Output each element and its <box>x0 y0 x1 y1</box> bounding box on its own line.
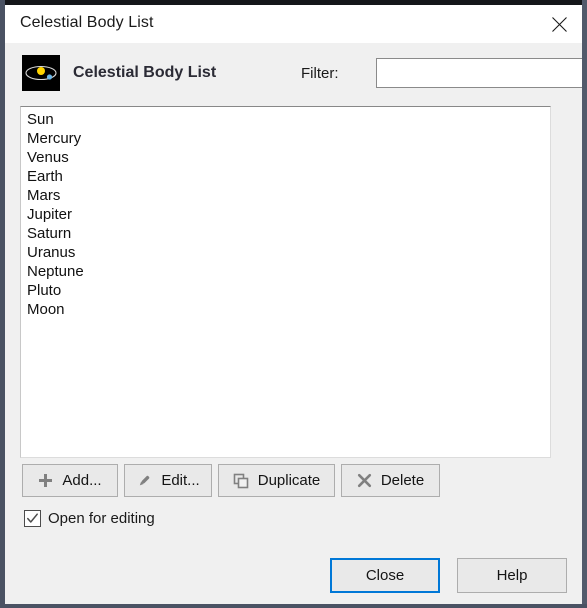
solar-system-icon <box>22 55 60 91</box>
close-icon <box>551 16 568 33</box>
header-title: Celestial Body List <box>73 64 217 81</box>
add-button-label: Add... <box>62 472 102 489</box>
titlebar: Celestial Body List <box>5 5 582 43</box>
action-button-row: Add... Edit... Duplicate Delete <box>22 464 440 497</box>
background-window-right-edge <box>582 0 587 608</box>
background-window-bottom-edge <box>0 604 587 608</box>
checkmark-icon <box>27 513 38 523</box>
filter-input[interactable] <box>376 58 582 88</box>
close-button-label: Close <box>365 567 405 584</box>
celestial-body-list-dialog: Celestial Body List Celestial Body List … <box>5 5 582 604</box>
list-item[interactable]: Mercury <box>21 129 550 148</box>
list-item[interactable]: Venus <box>21 148 550 167</box>
list-item[interactable]: Moon <box>21 300 550 319</box>
open-for-editing-label: Open for editing <box>48 510 155 527</box>
list-item[interactable]: Jupiter <box>21 205 550 224</box>
add-button[interactable]: Add... <box>22 464 118 497</box>
cross-icon <box>357 473 372 488</box>
pencil-icon <box>136 473 152 489</box>
help-button[interactable]: Help <box>457 558 567 593</box>
close-button[interactable]: Close <box>330 558 440 593</box>
dialog-header: Celestial Body List Filter: <box>5 43 582 101</box>
celestial-body-listbox[interactable]: Sun Mercury Venus Earth Mars Jupiter Sat… <box>20 106 551 458</box>
open-for-editing-checkbox[interactable] <box>24 510 41 527</box>
list-item[interactable]: Pluto <box>21 281 550 300</box>
open-for-editing-row[interactable]: Open for editing <box>24 510 155 527</box>
delete-button[interactable]: Delete <box>341 464 440 497</box>
list-item[interactable]: Sun <box>21 110 550 129</box>
list-item[interactable]: Mars <box>21 186 550 205</box>
list-item[interactable]: Uranus <box>21 243 550 262</box>
window-title: Celestial Body List <box>20 14 154 31</box>
delete-button-label: Delete <box>380 472 425 489</box>
help-button-label: Help <box>496 567 528 584</box>
edit-button[interactable]: Edit... <box>124 464 212 497</box>
duplicate-button[interactable]: Duplicate <box>218 464 335 497</box>
filter-label: Filter: <box>301 65 339 82</box>
plus-icon <box>38 473 53 488</box>
close-window-button[interactable] <box>536 5 582 43</box>
list-item[interactable]: Neptune <box>21 262 550 281</box>
footer-button-row: Close Help <box>330 558 567 593</box>
list-item[interactable]: Earth <box>21 167 550 186</box>
duplicate-button-label: Duplicate <box>257 472 321 489</box>
list-item[interactable]: Saturn <box>21 224 550 243</box>
edit-button-label: Edit... <box>161 472 200 489</box>
copy-icon <box>233 473 249 489</box>
